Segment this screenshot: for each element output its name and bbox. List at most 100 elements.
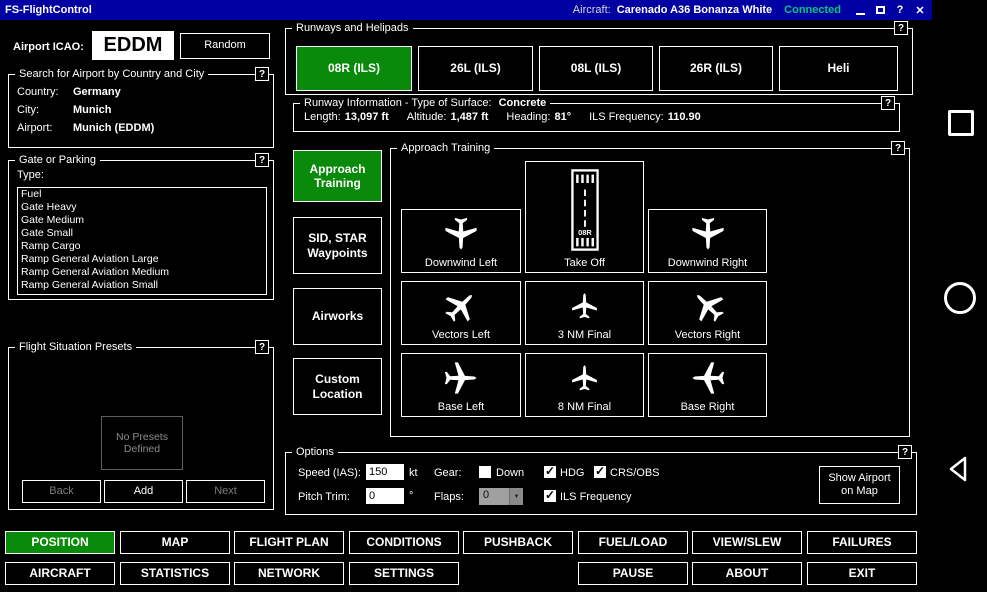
city-value: Munich bbox=[73, 104, 112, 116]
runway-icon: 08R bbox=[571, 169, 599, 251]
ils-frequency-checkbox-label: ILS Frequency bbox=[560, 491, 632, 503]
runways-group: Runways and Helipads ? 08R (ILS) 26L (IL… bbox=[285, 28, 913, 95]
nav-settings-button[interactable]: SETTINGS bbox=[349, 562, 459, 585]
search-airport-group: Search for Airport by Country and City ?… bbox=[8, 74, 274, 148]
presets-add-button[interactable]: Add bbox=[104, 480, 183, 503]
help-icon[interactable]: ? bbox=[891, 141, 905, 155]
help-icon[interactable]: ? bbox=[898, 445, 912, 459]
help-icon[interactable]: ? bbox=[255, 153, 269, 167]
ils-frequency-value: 110.90 bbox=[668, 111, 701, 123]
help-icon[interactable]: ? bbox=[894, 21, 908, 35]
nav-pushback-button[interactable]: PUSHBACK bbox=[463, 531, 573, 554]
nav-conditions-button[interactable]: CONDITIONS bbox=[349, 531, 459, 554]
approach-cell-3nm-final[interactable]: 3 NM Final bbox=[525, 281, 644, 345]
gate-type-option[interactable]: Ramp General Aviation Small bbox=[18, 279, 266, 292]
search-group-title: Search for Airport by Country and City bbox=[15, 67, 208, 81]
minimize-icon[interactable] bbox=[853, 2, 867, 18]
gate-type-listbox[interactable]: Fuel Gate Heavy Gate Medium Gate Small R… bbox=[17, 187, 267, 295]
home-circle-icon[interactable] bbox=[944, 282, 976, 314]
airplane-icon bbox=[691, 361, 725, 395]
gear-down-label: Down bbox=[496, 467, 524, 479]
airplane-icon bbox=[444, 217, 478, 251]
mode-custom-location-button[interactable]: Custom Location bbox=[293, 358, 382, 415]
presets-group-title: Flight Situation Presets bbox=[15, 340, 136, 354]
speed-unit-label: kt bbox=[409, 467, 418, 479]
gate-type-label: Type: bbox=[17, 169, 44, 181]
approach-cell-vectors-right[interactable]: Vectors Right bbox=[648, 281, 767, 345]
gate-type-option[interactable]: Ramp General Aviation Large bbox=[18, 253, 266, 266]
nav-exit-button[interactable]: EXIT bbox=[807, 562, 917, 585]
gate-type-option[interactable]: Fuel bbox=[18, 188, 266, 201]
gate-type-option[interactable]: Gate Small bbox=[18, 227, 266, 240]
window-help-icon[interactable]: ? bbox=[893, 2, 907, 18]
recents-square-icon[interactable] bbox=[948, 110, 974, 136]
nav-network-button[interactable]: NETWORK bbox=[234, 562, 344, 585]
nav-aircraft-button[interactable]: AIRCRAFT bbox=[5, 562, 115, 585]
close-icon[interactable]: ✕ bbox=[913, 2, 927, 18]
flaps-selected-value: 0 bbox=[479, 488, 509, 505]
presets-back-button[interactable]: Back bbox=[22, 480, 101, 503]
mode-sid-star-waypoints-button[interactable]: SID, STAR Waypoints bbox=[293, 217, 382, 274]
maximize-box bbox=[876, 6, 885, 14]
speed-ias-input[interactable] bbox=[366, 464, 404, 480]
country-value: Germany bbox=[73, 86, 121, 98]
runway-button-08l[interactable]: 08L (ILS) bbox=[539, 46, 653, 91]
heading-value: 81° bbox=[554, 111, 571, 123]
approach-cell-downwind-right[interactable]: Downwind Right bbox=[648, 209, 767, 273]
city-label: City: bbox=[17, 104, 39, 116]
runway-button-26l[interactable]: 26L (ILS) bbox=[418, 46, 533, 91]
gate-type-option[interactable]: Ramp Cargo bbox=[18, 240, 266, 253]
gate-type-option[interactable]: Gate Heavy bbox=[18, 201, 266, 214]
ils-frequency-checkbox[interactable] bbox=[544, 490, 556, 502]
airport-icao-label: Airport ICAO: bbox=[13, 41, 84, 53]
nav-map-button[interactable]: MAP bbox=[120, 531, 230, 554]
gate-group-title: Gate or Parking bbox=[15, 153, 100, 167]
help-icon[interactable]: ? bbox=[255, 340, 269, 354]
approach-cell-base-left[interactable]: Base Left bbox=[401, 353, 521, 417]
nav-fuel-load-button[interactable]: FUEL/LOAD bbox=[578, 531, 688, 554]
runway-button-08r[interactable]: 08R (ILS) bbox=[296, 46, 412, 91]
altitude-label: Altitude: bbox=[407, 111, 447, 123]
heading-label: Heading: bbox=[506, 111, 550, 123]
runway-button-26r[interactable]: 26R (ILS) bbox=[659, 46, 773, 91]
presets-next-button[interactable]: Next bbox=[186, 480, 265, 503]
mode-airworks-button[interactable]: Airworks bbox=[293, 288, 382, 345]
pitch-trim-input[interactable] bbox=[366, 488, 404, 504]
approach-cell-downwind-left[interactable]: Downwind Left bbox=[401, 209, 521, 273]
back-triangle-icon[interactable] bbox=[944, 454, 974, 484]
help-icon[interactable]: ? bbox=[255, 67, 269, 81]
hdg-checkbox[interactable] bbox=[544, 466, 556, 478]
approach-cell-8nm-final[interactable]: 8 NM Final bbox=[525, 353, 644, 417]
nav-pause-button[interactable]: PAUSE bbox=[578, 562, 688, 585]
nav-flight-plan-button[interactable]: FLIGHT PLAN bbox=[234, 531, 344, 554]
aircraft-value: Carenado A36 Bonanza White bbox=[617, 4, 772, 16]
random-airport-button[interactable]: Random bbox=[180, 33, 270, 59]
connection-status: Connected bbox=[784, 4, 841, 16]
maximize-icon[interactable] bbox=[873, 2, 887, 18]
airport-icao-input[interactable] bbox=[92, 31, 174, 60]
flaps-select[interactable]: 0 ▼ bbox=[479, 488, 523, 505]
mode-approach-training-button[interactable]: Approach Training bbox=[293, 150, 382, 202]
titlebar: FS-FlightControl Aircraft: Carenado A36 … bbox=[0, 0, 932, 20]
nav-failures-button[interactable]: FAILURES bbox=[807, 531, 917, 554]
approach-cell-vectors-left[interactable]: Vectors Left bbox=[401, 281, 521, 345]
gate-type-option[interactable]: Ramp General Aviation Medium bbox=[18, 266, 266, 279]
surface-type-value: Concrete bbox=[499, 97, 547, 109]
nav-position-button[interactable]: POSITION bbox=[5, 531, 115, 554]
nav-statistics-button[interactable]: STATISTICS bbox=[120, 562, 230, 585]
gear-down-checkbox[interactable] bbox=[479, 466, 491, 478]
approach-cell-take-off[interactable]: 08R Take Off bbox=[525, 161, 644, 273]
aircraft-label: Aircraft: bbox=[573, 4, 611, 16]
dropdown-arrow-icon: ▼ bbox=[509, 488, 523, 505]
fs-flightcontrol-window: FS-FlightControl Aircraft: Carenado A36 … bbox=[0, 0, 987, 592]
show-airport-on-map-button[interactable]: Show Airport on Map bbox=[819, 466, 900, 504]
help-icon[interactable]: ? bbox=[881, 96, 895, 110]
approach-group-title: Approach Training bbox=[397, 141, 494, 155]
gate-type-option[interactable]: Gate Medium bbox=[18, 214, 266, 227]
runway-button-heli[interactable]: Heli bbox=[779, 46, 898, 91]
nav-about-button[interactable]: ABOUT bbox=[692, 562, 802, 585]
approach-cell-base-right[interactable]: Base Right bbox=[648, 353, 767, 417]
gate-parking-group: Gate or Parking ? Type: Fuel Gate Heavy … bbox=[8, 160, 274, 300]
crs-obs-checkbox[interactable] bbox=[594, 466, 606, 478]
nav-view-slew-button[interactable]: VIEW/SLEW bbox=[692, 531, 802, 554]
